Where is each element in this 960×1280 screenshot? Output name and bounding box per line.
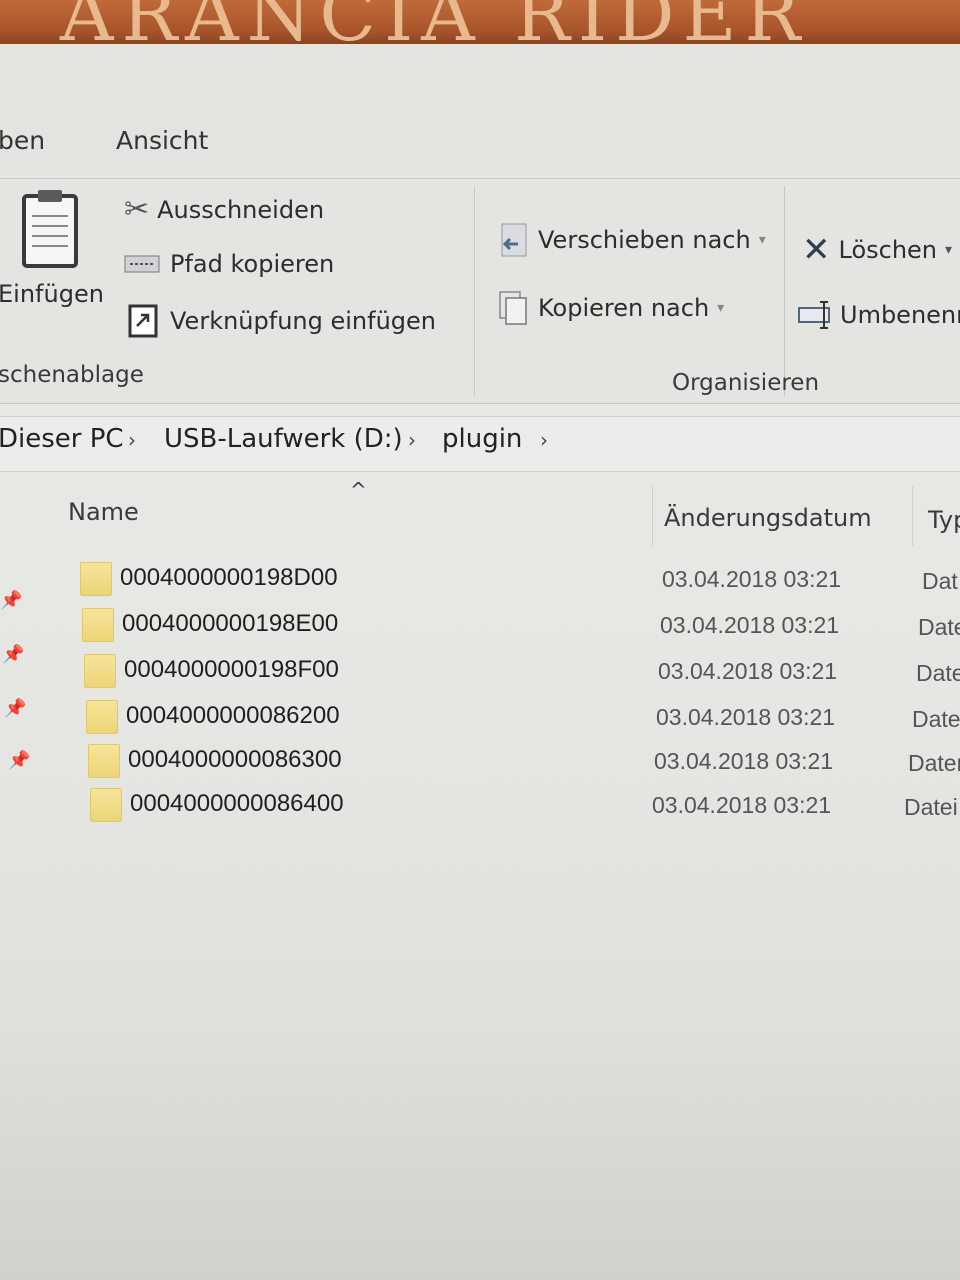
file-name[interactable]: 0004000000198F00 — [124, 656, 339, 684]
organize-group-label: Organisieren — [672, 370, 820, 396]
delete-label: Löschen — [838, 236, 938, 264]
rename-button[interactable]: Umbenenn — [798, 300, 960, 330]
column-header-type[interactable]: Typ — [928, 506, 960, 534]
move-to-icon — [501, 223, 527, 257]
ribbon-tab-bar — [0, 44, 960, 176]
file-name[interactable]: 0004000000198D00 — [120, 564, 338, 592]
column-header-name[interactable]: Name — [68, 498, 139, 526]
column-separator[interactable] — [652, 486, 653, 546]
column-separator[interactable] — [912, 486, 913, 546]
chevron-down-icon: ▾ — [717, 300, 725, 316]
file-type: Date — [918, 614, 960, 640]
file-type: Dat — [922, 568, 958, 594]
file-name[interactable]: 0004000000086300 — [128, 746, 342, 774]
clipboard-group-label: schenablage — [0, 362, 144, 388]
file-name[interactable]: 0004000000086400 — [130, 790, 344, 818]
folder-icon — [86, 700, 118, 734]
move-to-button[interactable]: Verschieben nach ▾ — [498, 222, 766, 258]
folder-icon — [84, 654, 116, 688]
file-type: Datei — [904, 794, 958, 820]
paste-shortcut-button[interactable]: Verknüpfung einfügen — [128, 304, 436, 338]
file-row[interactable]: 0004000000086300 03.04.2018 03:21 Dater — [0, 744, 960, 784]
rename-label: Umbenenn — [840, 301, 960, 329]
shortcut-icon — [128, 304, 158, 338]
copy-path-button[interactable]: Pfad kopieren — [124, 250, 334, 278]
paste-button[interactable] — [0, 188, 80, 270]
sort-ascending-icon: ^ — [350, 478, 367, 502]
breadcrumb-chevron-icon[interactable]: › — [540, 428, 548, 452]
file-date: 03.04.2018 03:21 — [658, 658, 838, 684]
folder-icon — [90, 788, 122, 822]
file-date: 03.04.2018 03:21 — [662, 566, 842, 592]
delete-button[interactable]: ✕ Löschen ▾ — [802, 230, 952, 270]
file-type: Date — [916, 660, 960, 686]
breadcrumb-chevron-icon[interactable]: › — [408, 428, 416, 452]
file-row[interactable]: 0004000000086400 03.04.2018 03:21 Datei — [0, 788, 960, 828]
copy-path-icon — [124, 255, 160, 273]
folder-icon — [80, 562, 112, 596]
banner-text: ARANCIA RIDER — [60, 0, 809, 44]
file-row[interactable]: 0004000000198D00 03.04.2018 03:21 Dat — [0, 562, 960, 602]
desktop-banner: ARANCIA RIDER — [0, 0, 960, 44]
ribbon-group-separator — [784, 186, 785, 396]
rename-icon — [798, 301, 830, 329]
copy-to-button[interactable]: Kopieren nach ▾ — [498, 290, 724, 326]
cut-button[interactable]: ✂ Ausschneiden — [124, 192, 324, 227]
chevron-down-icon: ▾ — [758, 232, 766, 248]
breadcrumb-chevron-icon[interactable]: › — [128, 428, 136, 452]
file-name[interactable]: 0004000000086200 — [126, 702, 340, 730]
move-to-label: Verschieben nach — [538, 226, 751, 254]
paste-shortcut-label: Verknüpfung einfügen — [170, 307, 436, 335]
file-type: Dater — [908, 750, 960, 776]
file-name[interactable]: 0004000000198E00 — [122, 610, 338, 638]
file-type: Date — [912, 706, 960, 732]
folder-icon — [82, 608, 114, 642]
copy-to-label: Kopieren nach — [538, 294, 710, 322]
ribbon-group-separator — [474, 186, 475, 396]
file-date: 03.04.2018 03:21 — [656, 704, 836, 730]
file-date: 03.04.2018 03:21 — [654, 748, 834, 774]
tab-view[interactable]: Ansicht — [116, 126, 208, 155]
breadcrumb-usb-drive[interactable]: USB-Laufwerk (D:) — [164, 424, 403, 454]
breadcrumb-this-pc[interactable]: Dieser PC — [0, 424, 124, 454]
copy-path-label: Pfad kopieren — [170, 250, 335, 278]
file-date: 03.04.2018 03:21 — [652, 792, 832, 818]
delete-x-icon: ✕ — [802, 230, 831, 270]
breadcrumb-plugin[interactable]: plugin — [442, 424, 522, 454]
clipboard-icon — [22, 190, 78, 268]
file-row[interactable]: 0004000000198E00 03.04.2018 03:21 Date — [0, 608, 960, 648]
chevron-down-icon: ▾ — [945, 242, 953, 258]
file-row[interactable]: 0004000000198F00 03.04.2018 03:21 Date — [0, 654, 960, 694]
scissors-icon: ✂ — [124, 192, 150, 227]
file-row[interactable]: 0004000000086200 03.04.2018 03:21 Date — [0, 700, 960, 740]
cut-label: Ausschneiden — [157, 195, 325, 224]
file-date: 03.04.2018 03:21 — [660, 612, 840, 638]
copy-to-icon — [499, 291, 527, 325]
folder-icon — [88, 744, 120, 778]
paste-label: Einfügen — [0, 280, 104, 308]
column-header-date[interactable]: Änderungsdatum — [664, 504, 872, 532]
tab-share[interactable]: ben — [0, 126, 45, 155]
